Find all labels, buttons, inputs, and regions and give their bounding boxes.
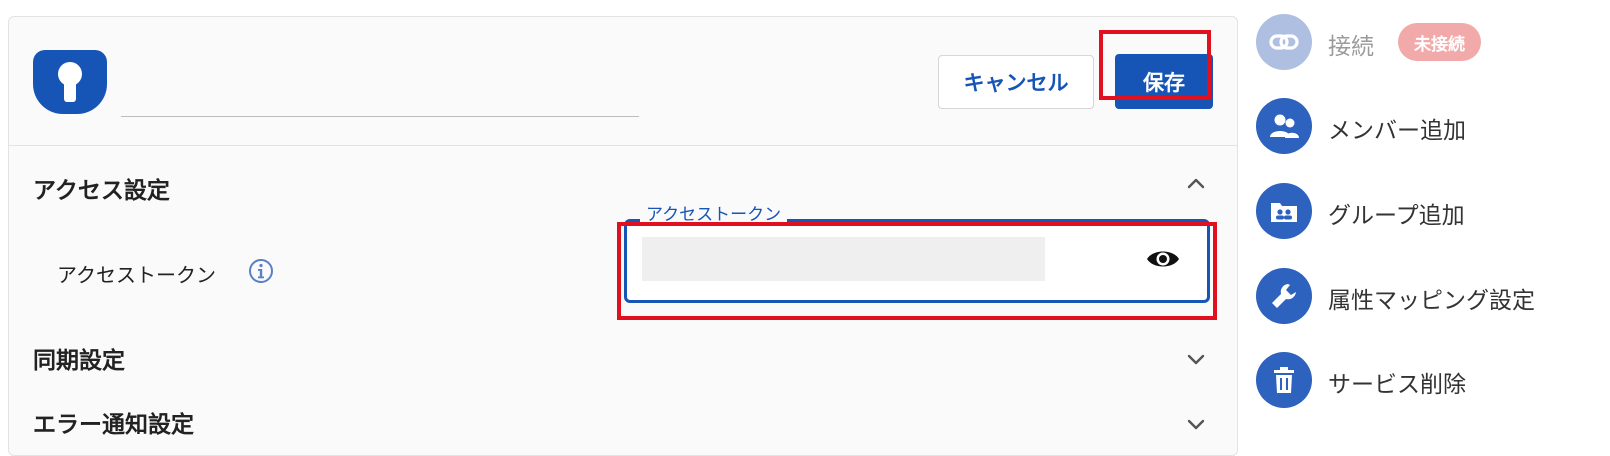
- service-name-input[interactable]: [121, 77, 639, 117]
- side-item-attribute-mapping[interactable]: 属性マッピング設定: [1256, 268, 1610, 324]
- service-logo: [33, 50, 107, 114]
- side-item-label: サービス削除: [1328, 372, 1466, 398]
- side-item-label: グループ追加: [1328, 203, 1465, 229]
- side-item-label: 属性マッピング設定: [1328, 288, 1535, 314]
- header-divider: [9, 145, 1237, 146]
- access-token-row-label: アクセストークン: [57, 263, 216, 287]
- access-token-highlight: [617, 222, 1217, 320]
- group-folder-icon: [1256, 183, 1312, 239]
- save-button-highlight: [1099, 30, 1211, 100]
- section-title-sync[interactable]: 同期設定: [33, 341, 125, 375]
- side-item-label: メンバー追加: [1328, 118, 1466, 144]
- trash-icon: [1256, 352, 1312, 408]
- chevron-down-icon[interactable]: [1185, 348, 1207, 370]
- chevron-down-icon[interactable]: [1185, 413, 1207, 435]
- info-icon[interactable]: [248, 258, 274, 284]
- people-icon: [1256, 98, 1312, 154]
- link-icon: [1256, 14, 1312, 70]
- side-item-add-group[interactable]: グループ追加: [1256, 183, 1610, 239]
- chevron-up-icon[interactable]: [1185, 172, 1207, 194]
- wrench-icon: [1256, 268, 1312, 324]
- side-item-connect[interactable]: 接続 未接続: [1256, 14, 1610, 70]
- side-item-label: 接続: [1328, 34, 1374, 60]
- side-actions: 接続 未接続 メンバー追加 グループ追加 属性マッピング設定 サービス削除: [1256, 0, 1610, 448]
- section-title-error[interactable]: エラー通知設定: [33, 405, 194, 439]
- status-badge: 未接続: [1398, 23, 1481, 61]
- section-title-access[interactable]: アクセス設定: [33, 171, 170, 205]
- side-item-delete-service[interactable]: サービス削除: [1256, 352, 1610, 408]
- side-item-add-member[interactable]: メンバー追加: [1256, 98, 1610, 154]
- cancel-button[interactable]: キャンセル: [938, 55, 1094, 109]
